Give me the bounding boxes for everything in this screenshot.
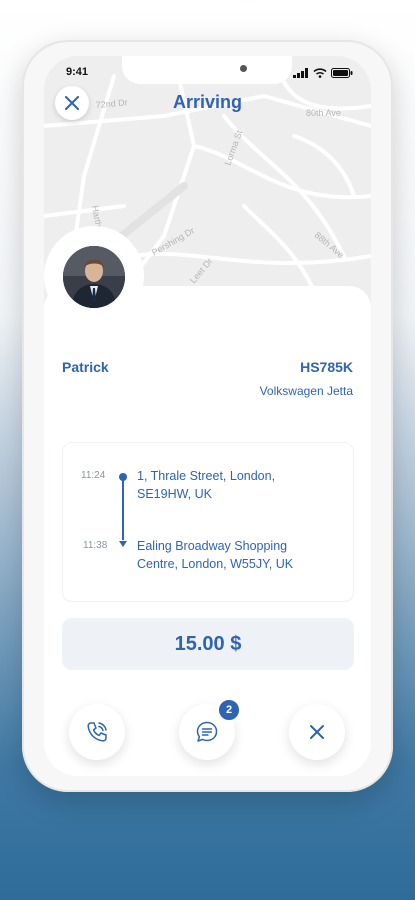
pickup-address: 1, Thrale Street, London, SE19HW, UK <box>137 469 276 501</box>
chat-button[interactable]: 2 <box>179 698 241 760</box>
call-button[interactable] <box>69 704 125 760</box>
dropoff-address: Ealing Broadway Shopping Centre, London,… <box>137 539 294 571</box>
route-card: 11:24 1, Thrale Street, London, SE19HW, … <box>62 442 354 602</box>
chat-badge: 2 <box>217 698 241 722</box>
pickup-time: 11:24 <box>81 470 106 481</box>
driver-name: Patrick <box>62 359 109 375</box>
license-plate: HS785K <box>300 359 353 375</box>
map-street-label: 88th Ave <box>313 230 346 260</box>
status-bar: 9:41 <box>44 64 371 82</box>
page-title: Arriving <box>172 92 242 112</box>
route-line <box>122 478 124 540</box>
signal-icon <box>293 68 308 78</box>
phone-frame: 72nd Dr 80th Ave Lorma St Harth St Persh… <box>22 40 393 792</box>
screen: 72nd Dr 80th Ave Lorma St Harth St Persh… <box>44 56 371 776</box>
dropoff-marker-icon <box>119 541 127 547</box>
driver-avatar <box>63 246 125 308</box>
battery-icon <box>331 68 353 78</box>
chat-icon <box>196 721 218 742</box>
car-model: Volkswagen Jetta <box>259 384 353 398</box>
phone-icon <box>87 722 107 742</box>
map-street-label: Leet Dr <box>188 256 215 285</box>
close-icon <box>310 725 324 739</box>
dropoff-time: 11:38 <box>83 540 108 551</box>
map-street-label: Lorma St <box>222 128 244 166</box>
wifi-icon <box>313 68 327 78</box>
status-time: 9:41 <box>66 66 89 78</box>
fare-price: 15.00 $ <box>62 618 354 670</box>
cancel-ride-button[interactable] <box>289 704 345 760</box>
